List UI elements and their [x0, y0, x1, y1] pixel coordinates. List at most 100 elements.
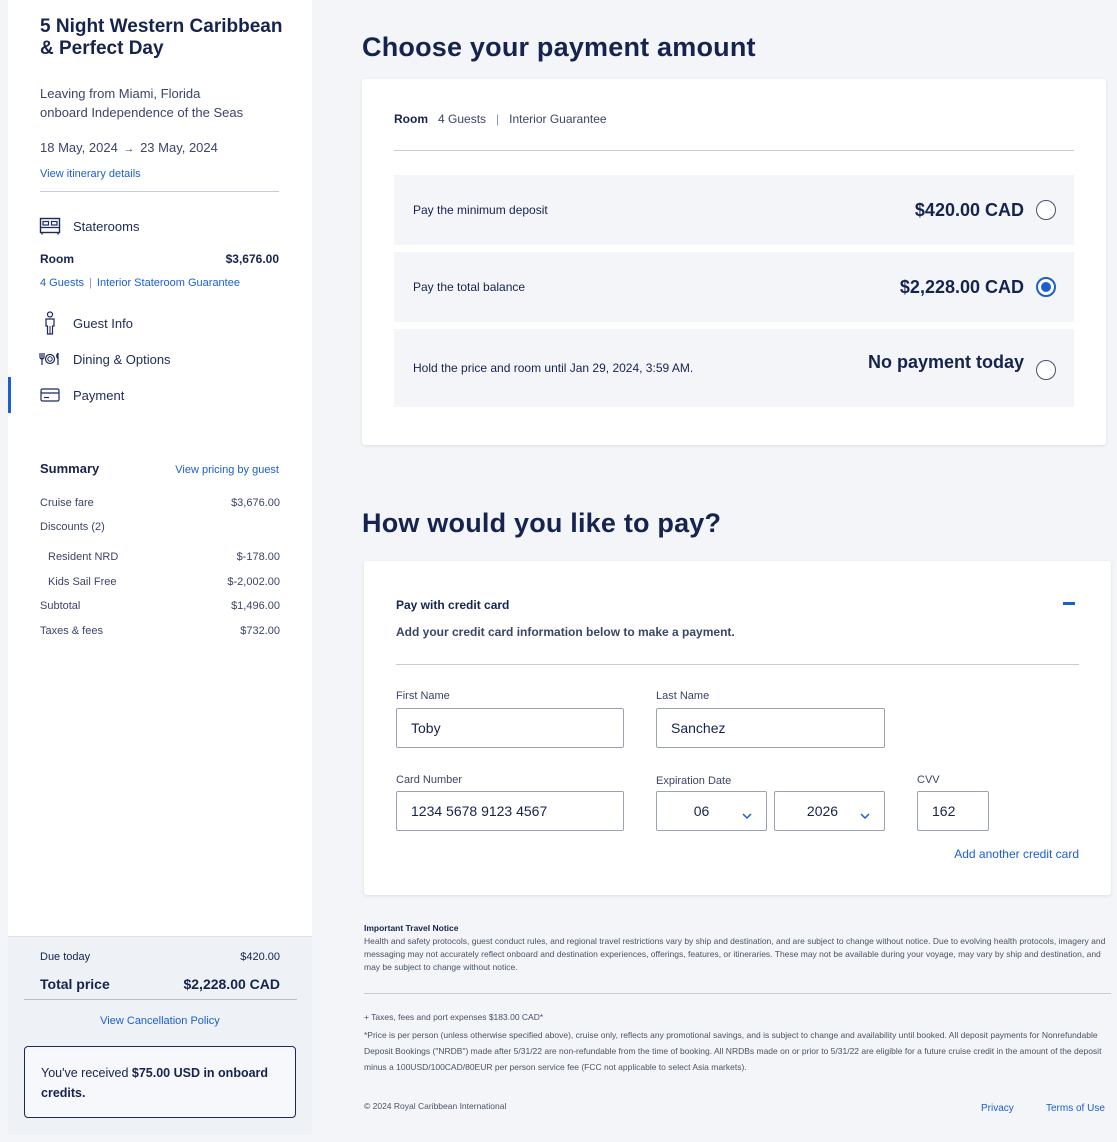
card-number-label: Card Number [396, 774, 463, 786]
chevron-down-icon [742, 807, 752, 823]
summary-row: Cruise fare $3,676.00 [40, 497, 280, 509]
summary-label: Discounts (2) [40, 521, 105, 533]
room-guests: 4 Guests [438, 112, 487, 126]
view-pricing-by-guest-link[interactable]: View pricing by guest [175, 464, 279, 476]
copyright: © 2024 Royal Caribbean International [364, 1101, 507, 1111]
summary-row: Taxes & fees $732.00 [40, 625, 280, 637]
view-cancellation-policy-link[interactable]: View Cancellation Policy [8, 1015, 312, 1027]
expiration-year-select[interactable]: 2026 [774, 791, 885, 831]
onboard-credit-notice: You've received $75.00 USD in onboard cr… [24, 1046, 296, 1118]
privacy-link[interactable]: Privacy [981, 1103, 1014, 1114]
divider [364, 993, 1111, 994]
summary-value: $3,676.00 [231, 497, 280, 509]
ship-name: onboard Independence of the Seas [40, 105, 244, 120]
total-price-label: Total price [40, 976, 110, 992]
summary-title: Summary [40, 461, 100, 476]
add-another-credit-card-link[interactable]: Add another credit card [954, 847, 1079, 861]
divider [40, 191, 279, 192]
credit-text: You've received [41, 1066, 132, 1080]
divider [24, 999, 297, 1000]
cvv-label: CVV [917, 774, 940, 786]
person-icon [38, 311, 62, 335]
summary-label: Taxes & fees [40, 625, 103, 637]
first-name-field[interactable]: Toby [396, 708, 624, 748]
total-price-value: $2,228.00 CAD [183, 976, 280, 992]
sidebar-item-guest-info[interactable]: Guest Info [38, 311, 133, 335]
option-total-balance[interactable]: Pay the total balance $2,228.00 CAD [394, 252, 1074, 322]
selected-month: 06 [693, 803, 710, 819]
trip-title: 5 Night Western Caribbean & Perfect Day [40, 16, 283, 59]
sidebar-item-dining[interactable]: Dining & Options [38, 349, 171, 369]
collapse-minus-icon[interactable] [1063, 602, 1075, 605]
summary-value: $-2,002.00 [227, 576, 280, 588]
date-start: 18 May, 2024 [40, 140, 118, 155]
summary-value: $732.00 [240, 625, 280, 637]
option-label: Pay the minimum deposit [413, 203, 548, 217]
bed-icon [38, 216, 62, 236]
radio-total-balance[interactable] [1036, 277, 1056, 297]
summary-row: Subtotal $1,496.00 [40, 600, 280, 612]
sidebar-item-label: Staterooms [73, 218, 140, 234]
option-amount: $420.00 CAD [914, 199, 1024, 220]
option-minimum-deposit[interactable]: Pay the minimum deposit $420.00 CAD [394, 175, 1074, 245]
total-price-row: Total price $2,228.00 CAD [40, 976, 280, 992]
option-amount: No payment today [867, 352, 1024, 372]
option-amount: $2,228.00 CAD [899, 276, 1024, 297]
separator: | [496, 112, 500, 126]
radio-minimum-deposit[interactable] [1036, 200, 1056, 220]
date-end: 23 May, 2024 [140, 140, 218, 155]
radio-hold-price[interactable] [1036, 360, 1056, 380]
room-label: Room [394, 112, 428, 126]
option-label: Hold the price and room until Jan 29, 20… [413, 361, 694, 375]
summary-row: Kids Sail Free $-2,002.00 [48, 576, 280, 588]
terms-of-use-link[interactable]: Terms of Use [1046, 1103, 1105, 1114]
payment-amount-card: Room 4 Guests | Interior Guarantee Pay t… [362, 79, 1106, 445]
card-number-field[interactable]: 1234 5678 9123 4567 [396, 791, 624, 831]
cvv-field[interactable]: 162 [917, 791, 989, 831]
dining-icon [38, 349, 62, 369]
pay-method-heading: How would you like to pay? [362, 508, 722, 538]
expiration-month-select[interactable]: 06 [656, 791, 767, 831]
room-guests: 4 Guests [40, 277, 85, 289]
last-name-label: Last Name [656, 690, 710, 702]
summary-row: Resident NRD $-178.00 [48, 551, 280, 563]
credit-card-icon [38, 385, 62, 405]
option-right: No payment today [868, 352, 1056, 380]
last-name-field[interactable]: Sanchez [656, 708, 885, 748]
summary-value: $1,496.00 [231, 600, 280, 612]
fine-print: *Price is per person (unless otherwise s… [364, 1030, 1102, 1072]
summary-label: Subtotal [40, 600, 81, 612]
chevron-down-icon [860, 807, 870, 823]
due-today-value: $420.00 [240, 951, 280, 963]
sidebar-item-label: Payment [73, 387, 125, 403]
departure-info: Leaving from Miami, Florida onboard Inde… [40, 84, 290, 122]
option-hold-price[interactable]: Hold the price and room until Jan 29, 20… [394, 329, 1074, 407]
due-today-row: Due today $420.00 [40, 951, 280, 963]
summary-label: Kids Sail Free [48, 576, 117, 588]
sidebar-item-payment[interactable]: Payment [38, 385, 124, 405]
trip-dates: 18 May, 2024 → 23 May, 2024 [40, 140, 218, 155]
view-itinerary-link[interactable]: View itinerary details [40, 168, 141, 180]
arrow-right-icon: → [123, 143, 135, 155]
taxes-note: + Taxes, fees and port expenses $183.00 … [364, 1012, 544, 1022]
pay-with-credit-card-title: Pay with credit card [396, 598, 510, 612]
booking-sidebar: 5 Night Western Caribbean & Perfect Day … [8, 0, 312, 1135]
room-type: Interior Guarantee [509, 112, 607, 126]
divider [394, 150, 1074, 151]
credit-amount: $75.00 USD in onboard [131, 1066, 269, 1080]
selected-year: 2026 [806, 803, 839, 819]
active-nav-indicator [8, 377, 11, 413]
option-right: $420.00 CAD [915, 200, 1056, 221]
first-name-label: First Name [396, 690, 450, 702]
sidebar-panel: 5 Night Western Caribbean & Perfect Day … [8, 0, 312, 936]
room-type: Interior Stateroom Guarantee [96, 277, 240, 289]
notice-title: Important Travel Notice [364, 923, 459, 933]
summary-label: Cruise fare [40, 497, 94, 509]
sidebar-item-label: Guest Info [73, 315, 133, 331]
room-label: Room [40, 252, 74, 266]
summary-row: Discounts (2) [40, 521, 280, 533]
summary-value: $-178.00 [236, 551, 280, 563]
notice-body: Health and safety protocols, guest condu… [364, 936, 1106, 972]
room-price-row: Room $3,676.00 [40, 252, 279, 266]
sidebar-item-staterooms[interactable]: Staterooms [38, 216, 139, 236]
